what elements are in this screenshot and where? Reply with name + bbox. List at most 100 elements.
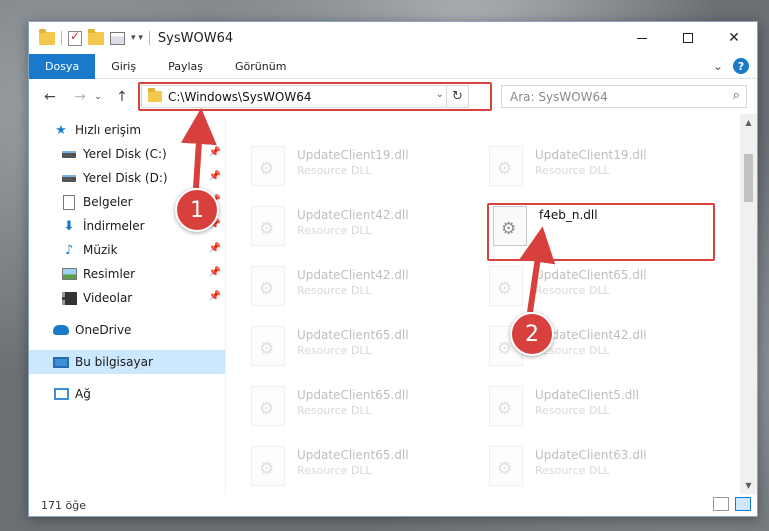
pin-icon: 📌 <box>208 267 221 278</box>
minimize-button[interactable] <box>619 22 665 54</box>
title-bar: ▾ ▾ SysWOW64 ✕ <box>29 22 757 54</box>
maximize-button[interactable] <box>665 22 711 54</box>
file-tile[interactable]: UpdateClient42.dll Resource DLL <box>251 262 471 318</box>
scrollbar-thumb[interactable] <box>744 154 753 202</box>
status-bar: 171 öğe <box>29 494 757 516</box>
tab-home[interactable]: Giriş <box>95 54 152 79</box>
pin-icon: 📌 <box>208 171 221 182</box>
nav-item-label: Ağ <box>75 387 91 401</box>
vertical-scrollbar[interactable]: ▲ ▼ <box>740 114 757 494</box>
network-icon <box>53 386 69 402</box>
dll-file-icon <box>489 146 523 186</box>
file-name: UpdateClient65.dll <box>297 328 409 342</box>
back-arrow-icon[interactable]: ← <box>39 89 61 105</box>
expand-ribbon-chevron-icon[interactable]: ⌄ <box>713 59 723 73</box>
file-name: UpdateClient42.dll <box>297 208 409 222</box>
file-type: Resource DLL <box>297 164 372 177</box>
file-name: UpdateClient5.dll <box>535 388 639 402</box>
ribbon-tabs: Dosya Giriş Paylaş Görünüm ⌄ ? <box>29 53 757 79</box>
toolbar-separator <box>61 31 62 45</box>
details-view-icon[interactable] <box>713 497 729 511</box>
nav-item-this-pc[interactable]: Bu bilgisayar <box>29 350 225 374</box>
file-name: UpdateClient19.dll <box>535 148 647 162</box>
nav-item-pictures[interactable]: Resimler 📌 <box>29 262 225 286</box>
new-folder-icon[interactable] <box>88 28 104 45</box>
file-tile[interactable]: UpdateClient19.dll Resource DLL <box>489 142 709 198</box>
file-tile[interactable]: UpdateClient63.dll Resource DLL <box>489 442 709 494</box>
properties-check-icon[interactable] <box>68 29 82 46</box>
nav-item-label: Bu bilgisayar <box>75 355 153 369</box>
file-tile[interactable]: UpdateClient65.dll Resource DLL <box>251 322 471 378</box>
scroll-down-arrow-icon[interactable]: ▼ <box>740 477 757 494</box>
tab-view[interactable]: Görünüm <box>219 54 302 79</box>
nav-item-label: Müzik <box>83 243 118 257</box>
documents-icon <box>61 194 77 210</box>
nav-item-label: Resimler <box>83 267 136 281</box>
file-type: Resource DLL <box>297 344 372 357</box>
file-type: Resource DLL <box>535 464 610 477</box>
file-type: Resource DLL <box>297 404 372 417</box>
downloads-icon: ⬇ <box>63 218 75 234</box>
address-bar-highlight-box <box>138 82 492 111</box>
nav-item-quick-access[interactable]: ★ Hızlı erişim <box>29 118 225 142</box>
file-tile[interactable]: UpdateClient5.dll Resource DLL <box>489 382 709 438</box>
dll-file-icon <box>489 446 523 486</box>
nav-item-label: Hızlı erişim <box>75 123 142 137</box>
folder-icon <box>39 28 55 45</box>
dll-file-icon <box>489 266 523 306</box>
properties-icon[interactable] <box>110 31 125 45</box>
maximize-icon <box>683 33 693 43</box>
toolbar-separator <box>148 31 150 45</box>
search-placeholder[interactable]: Ara: SysWOW64 <box>510 90 608 104</box>
nav-item-local-disk-c[interactable]: Yerel Disk (C:) 📌 <box>29 142 225 166</box>
pin-icon: 📌 <box>208 243 221 254</box>
drive-icon <box>61 170 77 186</box>
customize-quick-access-button[interactable]: ▾ ▾ <box>131 33 143 43</box>
drive-icon <box>61 146 77 162</box>
file-tile[interactable]: UpdateClient65.dll Resource DLL <box>489 262 709 318</box>
nav-item-videos[interactable]: Videolar 📌 <box>29 286 225 310</box>
forward-arrow-icon[interactable]: → <box>69 89 91 105</box>
help-icon[interactable]: ? <box>733 58 749 74</box>
scroll-up-arrow-icon[interactable]: ▲ <box>740 114 757 131</box>
search-icon: ⌕ <box>732 88 740 103</box>
dll-file-icon <box>251 386 285 426</box>
nav-item-label: İndirmeler <box>83 219 145 233</box>
quick-access-toolbar: ▾ ▾ <box>39 28 150 46</box>
nav-item-music[interactable]: ♪ Müzik 📌 <box>29 238 225 262</box>
tab-file[interactable]: Dosya <box>29 53 96 79</box>
navigation-bar: ← → ⌄ ↑ C:\Windows\SysWOW64 ⌄ ↻ Ara: Sys… <box>29 80 757 114</box>
pin-icon: 📌 <box>208 147 221 158</box>
file-tile[interactable]: UpdateClient65.dll Resource DLL <box>251 382 471 438</box>
step-badge-2: 2 <box>510 312 554 356</box>
window-controls: ✕ <box>619 22 757 54</box>
recent-locations-chevron-icon[interactable]: ⌄ <box>91 92 105 102</box>
nav-item-network[interactable]: Ağ <box>29 382 225 406</box>
search-box[interactable]: Ara: SysWOW64 ⌕ <box>501 85 747 108</box>
file-tile[interactable]: UpdateClient19.dll Resource DLL <box>251 142 471 198</box>
file-type: Resource DLL <box>297 464 372 477</box>
up-arrow-icon[interactable]: ↑ <box>111 89 133 105</box>
nav-item-label: Belgeler <box>83 195 133 209</box>
item-count: 171 öğe <box>41 498 86 512</box>
target-file-highlight-box <box>487 203 715 261</box>
dll-file-icon <box>251 146 285 186</box>
view-toggle <box>713 497 751 511</box>
close-button[interactable]: ✕ <box>711 22 757 54</box>
dll-file-icon <box>251 266 285 306</box>
tab-share[interactable]: Paylaş <box>152 54 219 79</box>
file-name: UpdateClient65.dll <box>297 448 409 462</box>
large-icons-view-icon[interactable] <box>735 497 751 511</box>
file-tile[interactable]: UpdateClient42.dll Resource DLL <box>251 202 471 258</box>
pane-divider[interactable] <box>225 118 226 494</box>
window-title: SysWOW64 <box>157 30 234 46</box>
file-name: UpdateClient42.dll <box>297 268 409 282</box>
this-pc-icon <box>53 354 69 370</box>
nav-item-local-disk-d[interactable]: Yerel Disk (D:) 📌 <box>29 166 225 190</box>
file-tile[interactable]: UpdateClient65.dll Resource DLL <box>251 442 471 494</box>
file-type: Resource DLL <box>297 284 372 297</box>
videos-icon <box>61 290 77 306</box>
file-name: UpdateClient19.dll <box>297 148 409 162</box>
file-type: Resource DLL <box>297 224 372 237</box>
nav-item-onedrive[interactable]: OneDrive <box>29 318 225 342</box>
